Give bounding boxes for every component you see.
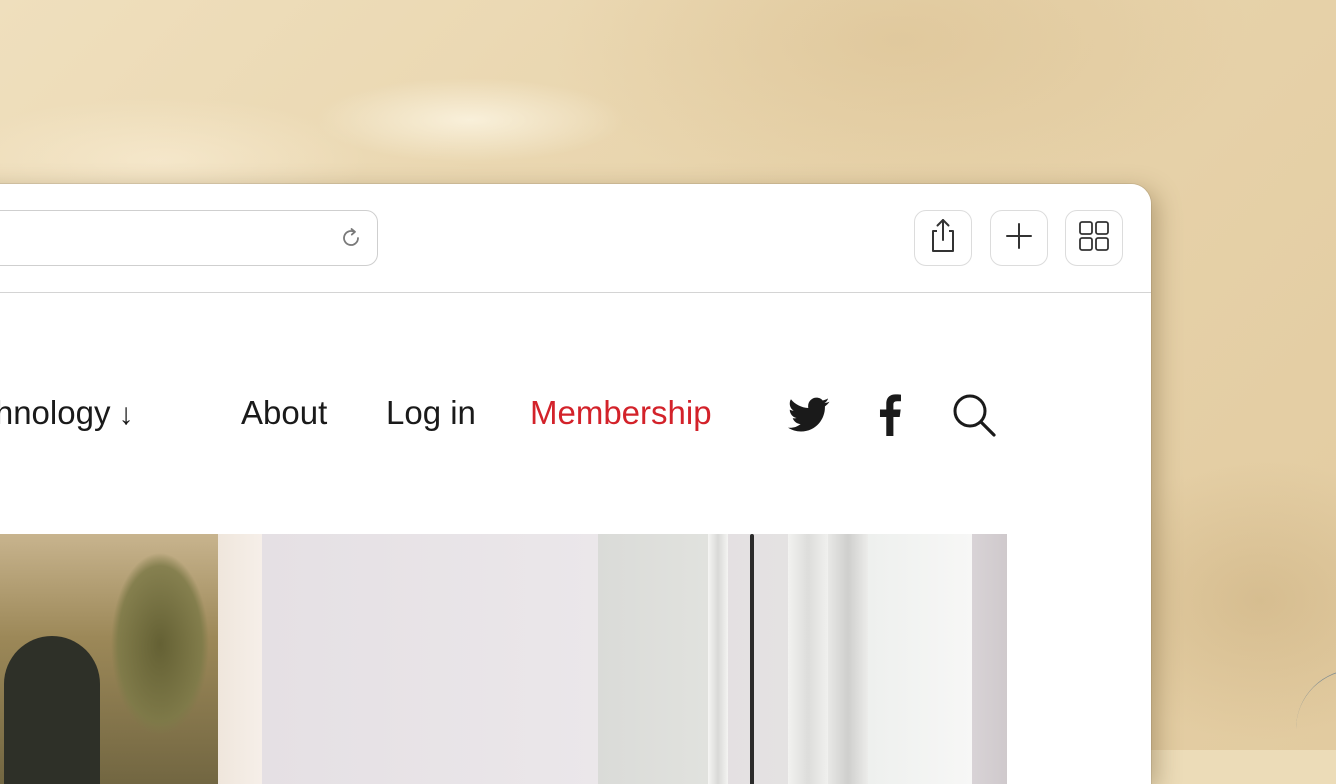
hero-frame	[708, 534, 728, 784]
share-button[interactable]	[914, 210, 972, 266]
hero-pillar	[218, 534, 262, 784]
address-bar[interactable]	[0, 210, 378, 266]
new-tab-button[interactable]	[990, 210, 1048, 266]
hero-wall	[262, 534, 598, 784]
facebook-icon[interactable]	[870, 393, 910, 437]
hero-window-pane	[868, 534, 972, 784]
reload-icon[interactable]	[337, 224, 365, 252]
share-icon	[926, 217, 960, 260]
web-page: echnology↓ About Log in Membership	[0, 293, 1151, 784]
grid-icon	[1078, 220, 1110, 257]
search-icon[interactable]	[950, 393, 998, 437]
nav-about[interactable]: About	[241, 388, 327, 438]
chevron-down-icon: ↓	[118, 398, 134, 431]
twitter-icon[interactable]	[786, 393, 832, 437]
hero-frame	[828, 534, 868, 784]
hero-gap	[750, 534, 754, 784]
hero-palm	[90, 534, 230, 774]
nav-technology[interactable]: echnology↓	[0, 388, 133, 440]
hero-image	[0, 534, 1007, 784]
hero-figure	[4, 636, 100, 784]
nav-technology-label: echnology	[0, 394, 111, 431]
hero-frame	[788, 534, 828, 784]
browser-window: echnology↓ About Log in Membership	[0, 184, 1151, 784]
tab-overview-button[interactable]	[1065, 210, 1123, 266]
plus-icon	[1004, 221, 1034, 256]
nav-log-in[interactable]: Log in	[386, 388, 476, 438]
hero-edge	[972, 534, 1007, 784]
hero-wall-shadow	[598, 534, 708, 784]
browser-toolbar	[0, 184, 1151, 293]
nav-membership[interactable]: Membership	[530, 388, 712, 438]
